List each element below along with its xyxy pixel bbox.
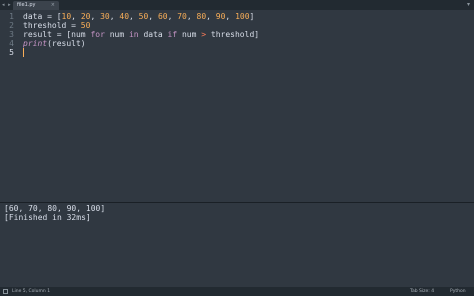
number-literal: 30 bbox=[100, 12, 110, 21]
code-line-2[interactable]: threshold = 50 bbox=[23, 21, 90, 30]
code-text: num bbox=[104, 30, 129, 39]
number-literal: 70 bbox=[177, 12, 187, 21]
number-literal: 10 bbox=[61, 12, 72, 21]
line-number: 1 bbox=[9, 12, 14, 21]
number-literal: 20 bbox=[80, 12, 91, 21]
code-text: ] bbox=[249, 12, 255, 21]
code-text: (result) bbox=[47, 39, 86, 48]
number-literal: 40 bbox=[119, 12, 130, 21]
code-editor[interactable]: 1 2 3 4 5 data = [10, 20, 30, 40, 50, 60… bbox=[0, 10, 474, 202]
code-text: threshold = bbox=[23, 21, 81, 30]
number-literal: 90 bbox=[215, 12, 226, 21]
separator: , bbox=[148, 12, 158, 21]
code-text: threshold] bbox=[206, 30, 260, 39]
builtin-function: print bbox=[23, 39, 48, 48]
keyword: in bbox=[128, 30, 139, 39]
line-number: 4 bbox=[9, 39, 14, 48]
line-number: 3 bbox=[9, 30, 14, 39]
separator: , bbox=[109, 12, 120, 21]
number-literal: 80 bbox=[196, 12, 207, 21]
text-cursor bbox=[23, 48, 24, 57]
separator: , bbox=[129, 12, 139, 21]
code-text: data bbox=[138, 30, 168, 39]
code-text: data = [ bbox=[23, 12, 62, 21]
code-line-4[interactable]: print(result) bbox=[23, 39, 86, 48]
tab-bar: ◂ ▸ file1.py × ▾ bbox=[0, 0, 474, 10]
cursor-position: Line 5, Column 1 bbox=[12, 289, 51, 294]
chevron-down-icon[interactable]: ▾ bbox=[467, 1, 470, 9]
line-number-gutter: 1 2 3 4 5 bbox=[0, 10, 18, 202]
number-literal: 50 bbox=[138, 12, 149, 21]
code-text: num bbox=[177, 30, 202, 39]
code-line-3[interactable]: result = [num for num in data if num > t… bbox=[23, 30, 259, 39]
keyword: for bbox=[90, 30, 105, 39]
code-text: result = [num bbox=[23, 30, 91, 39]
separator: , bbox=[167, 12, 178, 21]
sublime-text-window: ◂ ▸ file1.py × ▾ 1 2 3 4 5 data = [10, 2… bbox=[0, 0, 474, 296]
number-literal: 50 bbox=[80, 21, 91, 30]
output-line: [60, 70, 80, 90, 100] bbox=[4, 204, 106, 213]
separator: , bbox=[71, 12, 81, 21]
number-literal: 60 bbox=[157, 12, 168, 21]
line-number: 2 bbox=[9, 21, 14, 30]
separator: , bbox=[186, 12, 197, 21]
tab-size-selector[interactable]: Tab Size: 4 bbox=[410, 287, 434, 296]
output-line: [Finished in 32ms] bbox=[4, 213, 91, 222]
tab-file1[interactable]: file1.py × bbox=[13, 1, 59, 10]
tab-nav-arrows-icon[interactable]: ◂ ▸ bbox=[2, 1, 12, 9]
syntax-selector[interactable]: Python bbox=[450, 287, 466, 296]
build-output-panel[interactable]: [60, 70, 80, 90, 100] [Finished in 32ms] bbox=[0, 203, 474, 287]
number-literal: 100 bbox=[235, 12, 250, 21]
tab-label: file1.py bbox=[17, 2, 36, 8]
line-number-active: 5 bbox=[9, 48, 14, 57]
code-line-1[interactable]: data = [10, 20, 30, 40, 50, 60, 70, 80, … bbox=[23, 12, 254, 21]
status-bar: Line 5, Column 1 Tab Size: 4 Python bbox=[0, 287, 474, 296]
close-icon[interactable]: × bbox=[51, 1, 55, 10]
panel-toggle-icon[interactable] bbox=[3, 289, 8, 294]
separator: , bbox=[225, 12, 236, 21]
keyword: if bbox=[167, 30, 178, 39]
separator: , bbox=[90, 12, 101, 21]
separator: , bbox=[206, 12, 216, 21]
